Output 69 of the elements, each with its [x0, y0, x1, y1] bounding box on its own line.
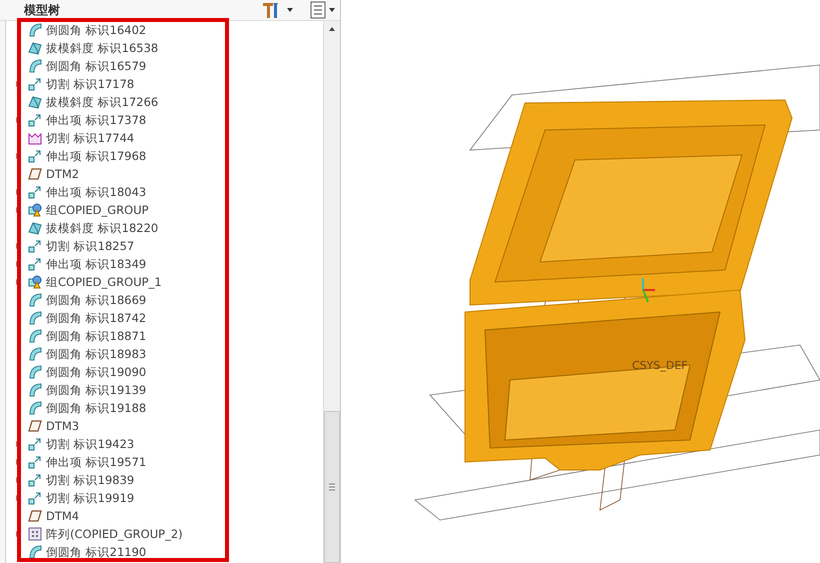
draft-feature-icon: [28, 221, 42, 235]
list-icon[interactable]: [310, 1, 326, 19]
tree-item[interactable]: 伸出项 标识17968: [46, 148, 146, 164]
caret-icon[interactable]: [328, 7, 336, 13]
tree-item[interactable]: 拔模斜度 标识18220: [46, 220, 158, 236]
extrude-feature-icon: [28, 437, 42, 451]
tree-item[interactable]: 阵列(COPIED_GROUP_2): [46, 526, 183, 542]
datum-plane-icon: [28, 167, 42, 181]
tree-item[interactable]: 倒圆角 标识18983: [46, 346, 146, 362]
round-feature-icon: [28, 311, 42, 325]
tree-item[interactable]: 拔模斜度 标识17266: [46, 94, 158, 110]
tree-item[interactable]: DTM4: [46, 509, 80, 523]
tree-item[interactable]: 切割 标识18257: [46, 238, 134, 254]
tree-item[interactable]: 切割 标识17744: [46, 130, 134, 146]
tree-item[interactable]: 倒圆角 标识18871: [46, 328, 146, 344]
tree-item[interactable]: DTM2: [46, 167, 80, 181]
round-feature-icon: [28, 329, 42, 343]
extrude-feature-icon: [28, 257, 42, 271]
datum-plane-icon: [28, 419, 42, 433]
tree-item[interactable]: 倒圆角 标识16402: [46, 22, 146, 38]
caret-icon[interactable]: [286, 7, 294, 13]
tree-item[interactable]: DTM3: [46, 419, 80, 433]
tree-item[interactable]: 伸出项 标识19571: [46, 454, 146, 470]
tree-item[interactable]: 倒圆角 标识21190: [46, 544, 146, 560]
tree-item[interactable]: 倒圆角 标识16579: [46, 58, 146, 74]
round-feature-icon: [28, 59, 42, 73]
extrude-feature-icon: [28, 149, 42, 163]
tree-item[interactable]: 伸出项 标识18349: [46, 256, 146, 272]
tree-item[interactable]: 伸出项 标识18043: [46, 184, 146, 200]
tree-item[interactable]: 倒圆角 标识19188: [46, 400, 146, 416]
round-feature-icon: [28, 365, 42, 379]
tree-item[interactable]: 伸出项 标识17378: [46, 112, 146, 128]
tree-item[interactable]: 切割 标识19423: [46, 436, 134, 452]
round-feature-icon: [28, 23, 42, 37]
round-feature-icon: [28, 347, 42, 361]
extrude-feature-icon: [28, 239, 42, 253]
round-feature-icon: [28, 383, 42, 397]
extrude-feature-icon: [28, 113, 42, 127]
tree-item[interactable]: 切割 标识19839: [46, 472, 134, 488]
coordinate-axes-icon: [642, 278, 655, 302]
group-feature-icon: [28, 275, 42, 289]
tree-item[interactable]: 组COPIED_GROUP_1: [46, 274, 162, 290]
scrollbar[interactable]: [323, 21, 340, 563]
tree-item[interactable]: 倒圆角 标识19139: [46, 382, 146, 398]
tree-item[interactable]: 倒圆角 标识19090: [46, 364, 146, 380]
draft-feature-icon: [28, 95, 42, 109]
revolve-feature-icon: [28, 131, 42, 145]
panel-title: 模型树: [24, 2, 61, 18]
extrude-feature-icon: [28, 473, 42, 487]
tree-item[interactable]: 倒圆角 标识18742: [46, 310, 146, 326]
scroll-up-icon[interactable]: [328, 26, 336, 32]
round-feature-icon: [28, 545, 42, 559]
pattern-feature-icon: [28, 527, 42, 541]
extrude-feature-icon: [28, 185, 42, 199]
datum-plane-icon: [28, 509, 42, 523]
round-feature-icon: [28, 401, 42, 415]
tree-item[interactable]: 组COPIED_GROUP: [46, 202, 149, 218]
csys-label: CSYS_DEF: [632, 359, 688, 372]
grip-icon: [329, 483, 335, 491]
tree-item[interactable]: 切割 标识17178: [46, 76, 134, 92]
round-feature-icon: [28, 293, 42, 307]
extrude-feature-icon: [28, 77, 42, 91]
tree-item[interactable]: 拔模斜度 标识16538: [46, 40, 158, 56]
group-feature-icon: [28, 203, 42, 217]
draft-feature-icon: [28, 41, 42, 55]
extrude-feature-icon: [28, 491, 42, 505]
extrude-feature-icon: [28, 455, 42, 469]
tree-item[interactable]: 倒圆角 标识18669: [46, 292, 146, 308]
tree-item[interactable]: 切割 标识19919: [46, 490, 134, 506]
